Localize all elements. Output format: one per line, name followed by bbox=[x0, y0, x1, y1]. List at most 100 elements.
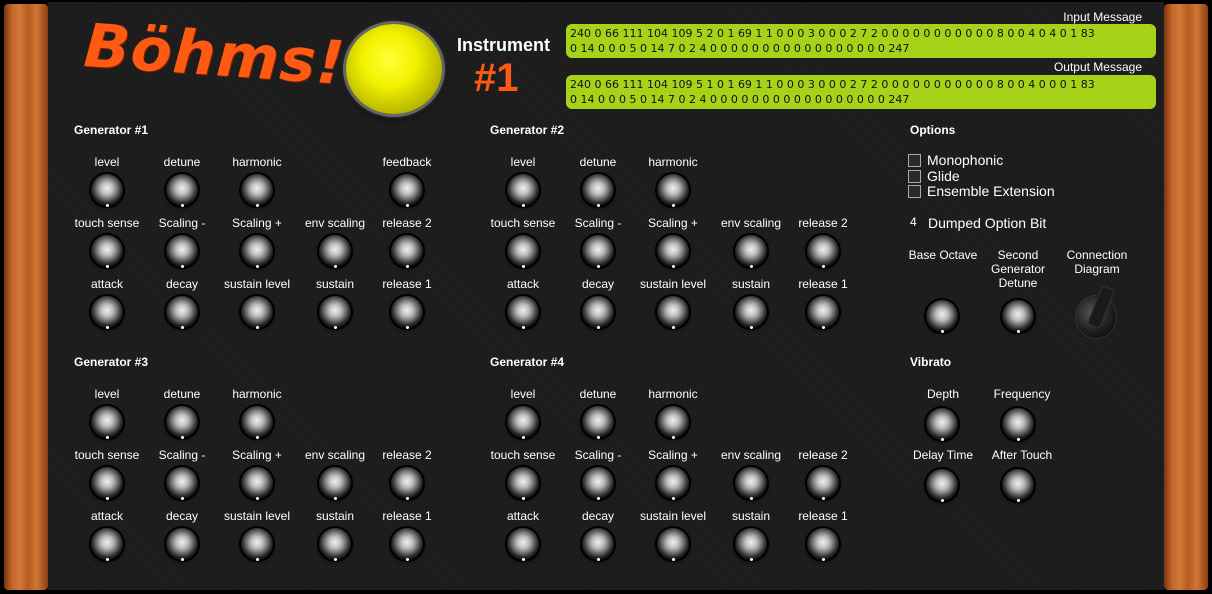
g3-level-knob[interactable] bbox=[91, 406, 123, 439]
g1-touch_sense-knob[interactable] bbox=[91, 235, 123, 268]
knob-indicator bbox=[672, 558, 675, 561]
g2-detune-knob[interactable] bbox=[582, 174, 614, 207]
g4-level-knob[interactable] bbox=[507, 406, 539, 439]
g1-release1-knob[interactable] bbox=[391, 296, 423, 329]
yellow-send-button[interactable] bbox=[346, 24, 442, 114]
output-message-field[interactable]: 240 0 66 111 104 109 5 1 0 1 69 1 1 0 0 … bbox=[566, 75, 1156, 109]
g3-attack-knob[interactable] bbox=[91, 528, 123, 561]
g3-sustain_level-knob[interactable] bbox=[241, 528, 273, 561]
g4-detune-knob[interactable] bbox=[582, 406, 614, 439]
g1-release2-knob[interactable] bbox=[391, 235, 423, 268]
g1-sustain_level-knob[interactable] bbox=[241, 296, 273, 329]
g2-release1-knob[interactable] bbox=[807, 296, 839, 329]
knob-indicator bbox=[106, 436, 109, 439]
generator-3-title: Generator #3 bbox=[74, 355, 149, 369]
g4-scaling_minus-knob[interactable] bbox=[582, 467, 614, 500]
g4-decay-knob[interactable] bbox=[582, 528, 614, 561]
g3-harmonic-knob[interactable] bbox=[241, 406, 273, 439]
g2-harmonic-knob[interactable] bbox=[657, 174, 689, 207]
g2-decay-knob[interactable] bbox=[582, 296, 614, 329]
knob-indicator bbox=[522, 558, 525, 561]
knob-indicator bbox=[334, 326, 337, 329]
g1-attack-knob[interactable] bbox=[91, 296, 123, 329]
g4-scaling_plus-knob[interactable] bbox=[657, 467, 689, 500]
knob-indicator bbox=[106, 326, 109, 329]
g1-detune-knob[interactable] bbox=[166, 174, 198, 207]
g1-release2-label: release 2 bbox=[382, 216, 432, 230]
knob-indicator bbox=[256, 326, 259, 329]
g1-scaling_plus-knob[interactable] bbox=[241, 235, 273, 268]
knob-indicator bbox=[334, 558, 337, 561]
g3-release2-knob[interactable] bbox=[391, 467, 423, 500]
g2-sustain_level-knob[interactable] bbox=[657, 296, 689, 329]
second-detune-knob[interactable] bbox=[1002, 300, 1034, 333]
g3-release2-label: release 2 bbox=[382, 448, 432, 462]
g2-release2-knob[interactable] bbox=[807, 235, 839, 268]
g3-decay-knob[interactable] bbox=[166, 528, 198, 561]
input-message-field[interactable]: 240 0 66 111 104 109 5 2 0 1 69 1 1 0 0 … bbox=[566, 24, 1156, 58]
knob-indicator bbox=[1017, 330, 1020, 333]
g3-sustain-knob[interactable] bbox=[319, 528, 351, 561]
g2-attack-knob[interactable] bbox=[507, 296, 539, 329]
g2-env_scaling-knob[interactable] bbox=[735, 235, 767, 268]
g2-sustain-knob[interactable] bbox=[735, 296, 767, 329]
glide-checkbox[interactable] bbox=[908, 169, 921, 183]
g3-detune-knob[interactable] bbox=[166, 406, 198, 439]
options-title: Options bbox=[910, 123, 956, 137]
g2-scaling_plus-knob[interactable] bbox=[657, 235, 689, 268]
input-message-label: Input Message bbox=[1063, 10, 1142, 24]
knob-indicator bbox=[822, 326, 825, 329]
g1-env_scaling-knob[interactable] bbox=[319, 235, 351, 268]
knob-indicator bbox=[106, 265, 109, 268]
knob-indicator bbox=[406, 326, 409, 329]
g3-touch_sense-knob[interactable] bbox=[91, 467, 123, 500]
knob-indicator bbox=[672, 265, 675, 268]
vibrato-frequency-knob[interactable] bbox=[1002, 408, 1034, 441]
g3-scaling_plus-knob[interactable] bbox=[241, 467, 273, 500]
knob-indicator bbox=[941, 330, 944, 333]
g1-feedback-knob[interactable] bbox=[391, 174, 423, 207]
ensemble-option[interactable]: Ensemble Extension bbox=[908, 183, 1055, 199]
g2-level-knob[interactable] bbox=[507, 174, 539, 207]
knob-indicator bbox=[406, 204, 409, 207]
g1-scaling_minus-knob[interactable] bbox=[166, 235, 198, 268]
g1-release1-label: release 1 bbox=[382, 277, 432, 291]
g2-scaling_minus-knob[interactable] bbox=[582, 235, 614, 268]
g4-sustain-knob[interactable] bbox=[735, 528, 767, 561]
instrument-number[interactable]: #1 bbox=[474, 56, 519, 101]
vibrato-depth-knob[interactable] bbox=[926, 408, 958, 441]
knob-indicator bbox=[256, 204, 259, 207]
g1-sustain-knob[interactable] bbox=[319, 296, 351, 329]
vibrato-delay-time-knob[interactable] bbox=[926, 469, 958, 502]
knob-indicator bbox=[181, 204, 184, 207]
ensemble-checkbox[interactable] bbox=[908, 184, 921, 198]
knob-indicator bbox=[334, 497, 337, 500]
g4-release1-knob[interactable] bbox=[807, 528, 839, 561]
knob-indicator bbox=[181, 326, 184, 329]
g4-release2-knob[interactable] bbox=[807, 467, 839, 500]
knob-indicator bbox=[750, 497, 753, 500]
generator-2-title: Generator #2 bbox=[490, 123, 565, 137]
g3-release1-knob[interactable] bbox=[391, 528, 423, 561]
g4-release2-label: release 2 bbox=[798, 448, 848, 462]
g1-harmonic-knob[interactable] bbox=[241, 174, 273, 207]
g1-decay-knob[interactable] bbox=[166, 296, 198, 329]
g2-release1-label: release 1 bbox=[798, 277, 848, 291]
base-octave-knob[interactable] bbox=[926, 300, 958, 333]
glide-option[interactable]: Glide bbox=[908, 168, 960, 184]
knob-indicator bbox=[597, 436, 600, 439]
g1-level-knob[interactable] bbox=[91, 174, 123, 207]
vibrato-after-touch-knob[interactable] bbox=[1002, 469, 1034, 502]
g4-env_scaling-knob[interactable] bbox=[735, 467, 767, 500]
g4-attack-knob[interactable] bbox=[507, 528, 539, 561]
g2-touch_sense-knob[interactable] bbox=[507, 235, 539, 268]
glide-label: Glide bbox=[927, 168, 960, 184]
knob-indicator bbox=[522, 497, 525, 500]
g3-env_scaling-knob[interactable] bbox=[319, 467, 351, 500]
g3-scaling_minus-knob[interactable] bbox=[166, 467, 198, 500]
monophonic-checkbox[interactable] bbox=[908, 153, 921, 167]
g4-harmonic-knob[interactable] bbox=[657, 406, 689, 439]
g4-sustain_level-knob[interactable] bbox=[657, 528, 689, 561]
g4-touch_sense-knob[interactable] bbox=[507, 467, 539, 500]
monophonic-option[interactable]: Monophonic bbox=[908, 152, 1003, 168]
